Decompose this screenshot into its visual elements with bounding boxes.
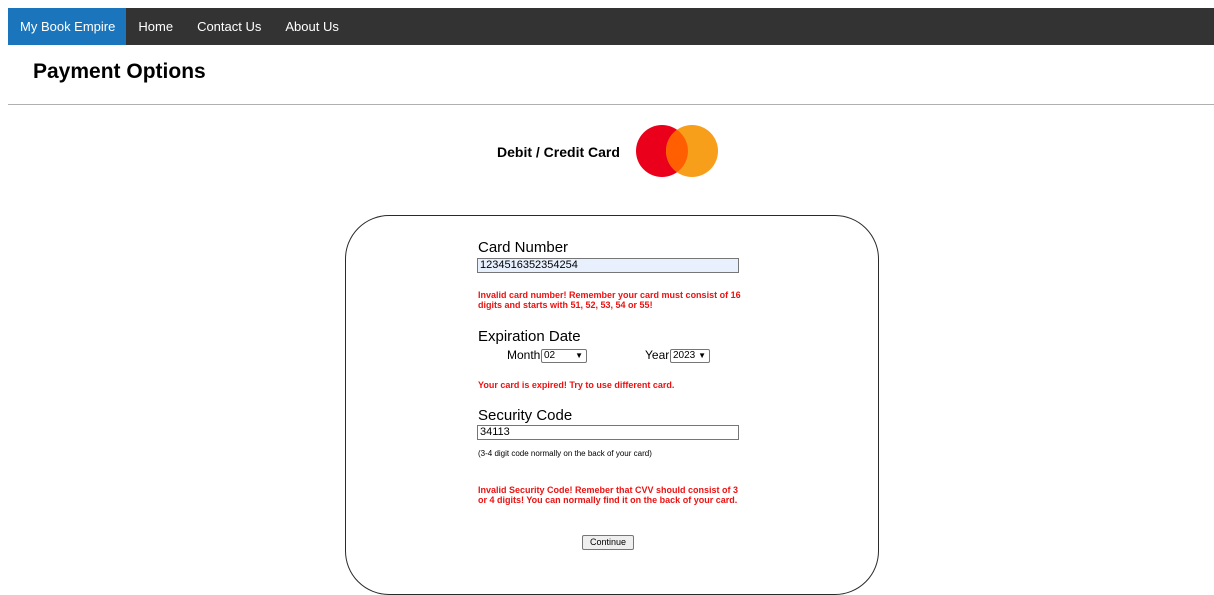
nav-item-contact-us[interactable]: Contact Us <box>185 8 273 45</box>
security-code-label: Security Code <box>478 407 573 424</box>
year-label: Year <box>645 348 670 362</box>
nav-brand-link[interactable]: My Book Empire <box>8 8 127 45</box>
page-title: Payment Options <box>33 60 206 83</box>
year-select-value: 2023 <box>673 350 696 361</box>
security-code-input[interactable]: 34113 <box>477 425 739 440</box>
payment-method-label: Debit / Credit Card <box>497 144 620 160</box>
chevron-down-icon: ▼ <box>698 351 706 360</box>
payment-method-header: Debit / Credit Card <box>497 124 722 180</box>
security-code-error: Invalid Security Code! Remeber that CVV … <box>478 485 739 505</box>
card-number-input[interactable]: 1234516352354254 <box>477 258 739 273</box>
card-number-label: Card Number <box>478 239 569 256</box>
expiration-error: Your card is expired! Try to use differe… <box>478 380 675 390</box>
continue-button[interactable]: Continue <box>582 535 634 550</box>
nav-item-home[interactable]: Home <box>126 8 185 45</box>
month-select[interactable]: 02 ▼ <box>541 349 587 363</box>
month-select-value: 02 <box>544 350 556 361</box>
expiration-date-label: Expiration Date <box>478 328 581 345</box>
chevron-down-icon: ▼ <box>575 351 583 360</box>
year-select[interactable]: 2023 ▼ <box>670 349 710 363</box>
nav-item-about-us[interactable]: About Us <box>273 8 350 45</box>
top-navigation-bar: My Book Empire Home Contact Us About Us <box>8 8 1214 45</box>
header-divider <box>8 104 1214 105</box>
security-code-hint: (3-4 digit code normally on the back of … <box>478 449 652 458</box>
card-number-error: Invalid card number! Remember your card … <box>478 290 741 310</box>
month-label: Month <box>507 348 541 362</box>
mastercard-logo-icon <box>635 125 718 177</box>
